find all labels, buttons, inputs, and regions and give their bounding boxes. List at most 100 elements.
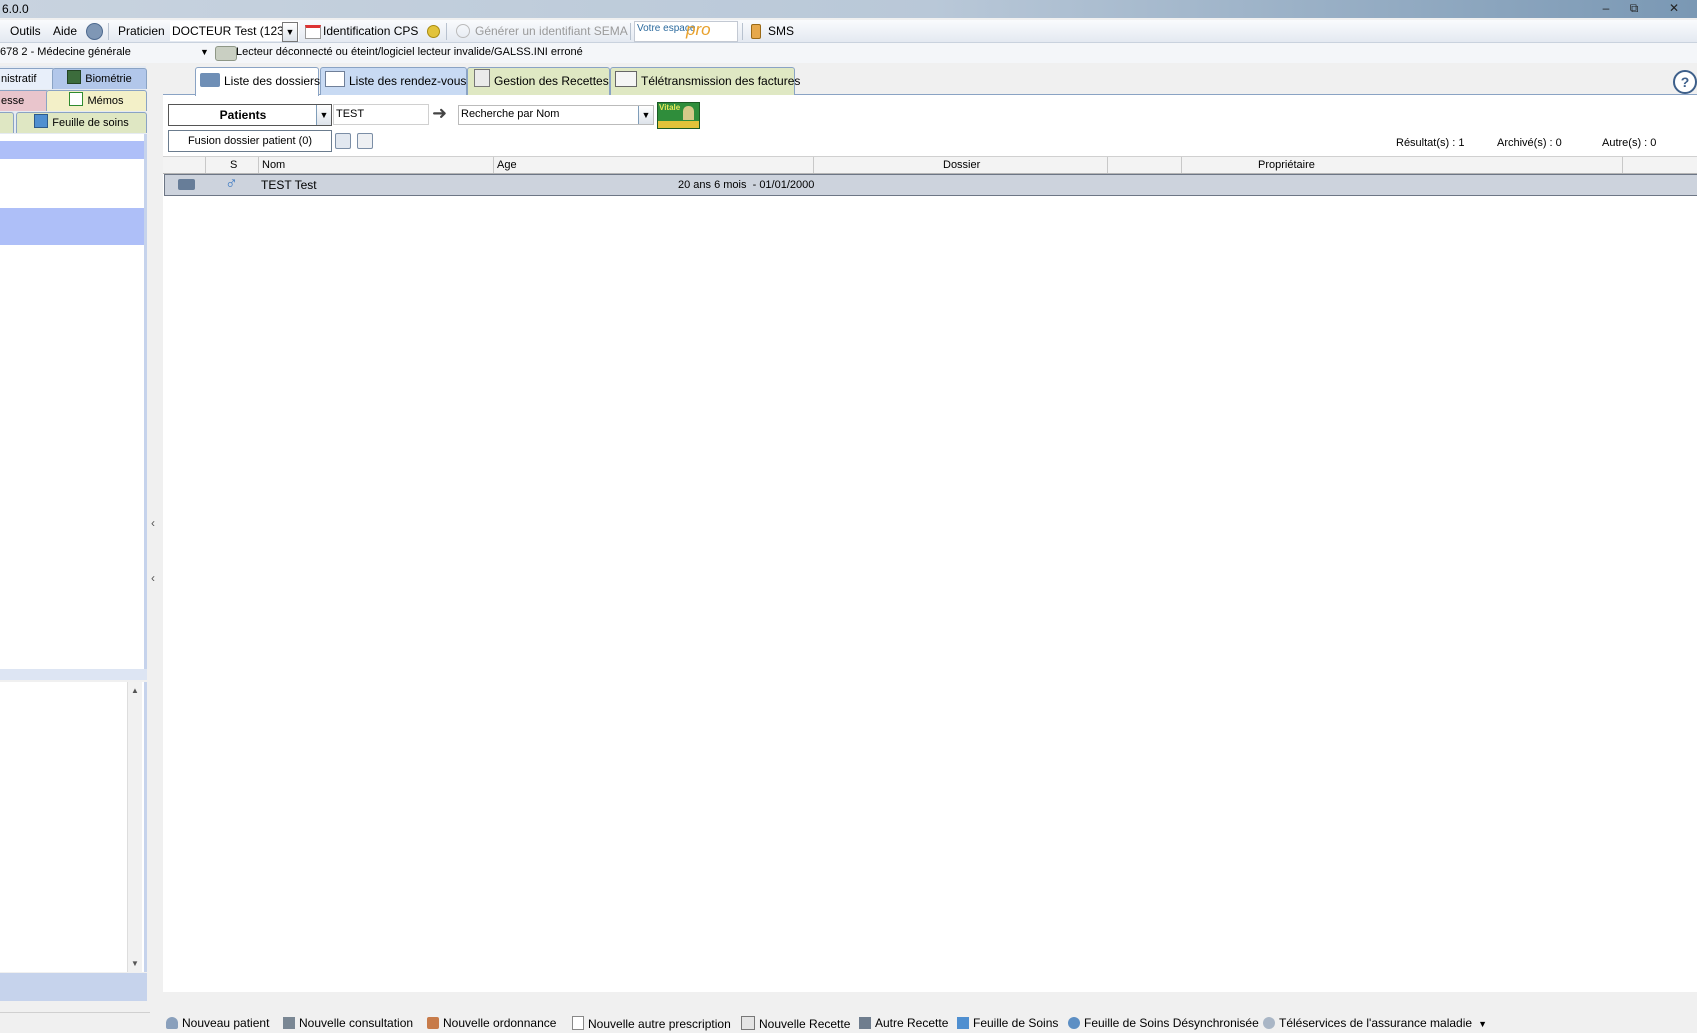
separator bbox=[742, 23, 743, 40]
search-input[interactable]: TEST bbox=[333, 104, 429, 125]
column-dossier[interactable]: Dossier bbox=[943, 157, 980, 173]
tab-grossesse-label: esse bbox=[1, 95, 25, 107]
agenda-icon[interactable] bbox=[357, 133, 373, 149]
new-other-prescription-button[interactable]: Nouvelle autre prescription bbox=[572, 1016, 731, 1031]
action-label: Nouvelle consultation bbox=[299, 1016, 414, 1030]
column-age[interactable]: Age bbox=[497, 157, 517, 173]
card-reader-icon bbox=[215, 46, 237, 61]
list-item[interactable] bbox=[0, 208, 144, 245]
calculator-icon bbox=[474, 69, 490, 87]
scroll-down-icon[interactable]: ▼ bbox=[131, 959, 139, 968]
scroll-up-icon[interactable]: ▲ bbox=[131, 686, 139, 695]
add-patient-icon[interactable] bbox=[335, 133, 351, 149]
chevron-down-icon[interactable]: ▼ bbox=[638, 106, 653, 124]
new-receipt-button[interactable]: Nouvelle Recette bbox=[741, 1016, 850, 1031]
chevron-down-icon[interactable]: ▼ bbox=[282, 22, 298, 42]
memo-icon bbox=[69, 92, 84, 106]
teleservices-button[interactable]: Téléservices de l'assurance maladie ▼ bbox=[1263, 1016, 1487, 1030]
tab-teletransmission[interactable]: Télétransmission des factures bbox=[610, 67, 800, 95]
tab-liste-rendez-vous[interactable]: Liste des rendez-vous bbox=[320, 67, 467, 95]
sync-icon bbox=[1068, 1017, 1080, 1029]
phone-icon bbox=[751, 24, 761, 39]
separator bbox=[630, 23, 631, 40]
male-sex-icon: ♂ bbox=[225, 174, 238, 193]
restore-icon[interactable]: ⧉ bbox=[1620, 0, 1648, 16]
tab-label: Télétransmission des factures bbox=[641, 74, 801, 88]
folder-icon[interactable] bbox=[178, 179, 195, 190]
help-icon[interactable]: ? bbox=[1673, 70, 1697, 94]
search-mode-value: Recherche par Nom bbox=[461, 108, 560, 120]
fusion-dossier-label: Fusion dossier patient (0) bbox=[187, 135, 313, 147]
separator bbox=[446, 23, 447, 40]
column-sex[interactable]: S bbox=[230, 157, 237, 173]
search-mode-select[interactable]: Recherche par Nom ▼ bbox=[458, 105, 654, 125]
network-icon bbox=[1263, 1017, 1275, 1029]
tab-memos[interactable]: Mémos bbox=[46, 90, 147, 111]
specialty-select[interactable]: 678 2 - Médecine générale bbox=[0, 46, 131, 58]
practitioner-select[interactable]: DOCTEUR Test (1234 ▼ bbox=[170, 21, 299, 42]
chart-icon bbox=[67, 70, 82, 84]
title-bar: 6.0.0 – ⧉ ✕ bbox=[0, 0, 1697, 18]
other-receipt-button[interactable]: Autre Recette bbox=[859, 1016, 948, 1030]
menu-aide[interactable]: Aide bbox=[53, 24, 77, 38]
sema-icon bbox=[456, 24, 470, 38]
action-label: Autre Recette bbox=[875, 1016, 949, 1030]
splitter[interactable]: ‹ ‹ bbox=[148, 66, 162, 1012]
sema-generate-button[interactable]: Générer un identifiant SEMA bbox=[475, 24, 628, 38]
column-proprietaire[interactable]: Propriétaire bbox=[1258, 157, 1315, 173]
tab-liste-dossiers[interactable]: Liste des dossiers bbox=[195, 67, 320, 96]
menu-outils[interactable]: Outils bbox=[10, 24, 41, 38]
card-stripe bbox=[658, 121, 699, 128]
divider bbox=[0, 669, 147, 680]
feuille-soins-icon bbox=[34, 114, 49, 128]
new-patient-button[interactable]: Nouveau patient bbox=[166, 1016, 269, 1030]
tab-grossesse[interactable]: esse bbox=[0, 90, 49, 111]
archived-count: Archivé(s) : 0 bbox=[1497, 137, 1562, 149]
action-label: Nouvelle autre prescription bbox=[588, 1017, 731, 1031]
new-consultation-button[interactable]: Nouvelle consultation bbox=[283, 1016, 413, 1030]
feuille-soins-icon bbox=[957, 1017, 969, 1029]
action-label: Nouveau patient bbox=[182, 1016, 270, 1030]
feuille-desync-button[interactable]: Feuille de Soins Désynchronisée bbox=[1068, 1016, 1259, 1030]
tab-label: Liste des rendez-vous bbox=[349, 74, 467, 88]
search-type-select[interactable]: Patients ▼ bbox=[168, 104, 332, 126]
chevron-down-icon[interactable]: ▼ bbox=[200, 47, 209, 57]
list-item[interactable] bbox=[0, 141, 144, 159]
collapse-left-icon[interactable]: ‹ bbox=[151, 516, 155, 530]
row-age: 20 ans 6 mois - 01/01/2000 bbox=[678, 179, 815, 191]
tab-gestion-recettes[interactable]: Gestion des Recettes bbox=[467, 67, 610, 95]
action-label: Feuille de Soins bbox=[973, 1016, 1059, 1030]
table-row[interactable]: ♂ TEST Test 20 ans 6 mois - 01/01/2000 bbox=[164, 174, 1697, 196]
tab-administratif[interactable]: nistratif bbox=[0, 68, 55, 89]
scrollbar[interactable]: ▲ ▼ bbox=[127, 682, 142, 972]
globe-icon[interactable] bbox=[86, 23, 103, 40]
left-footer-strip bbox=[0, 973, 147, 1001]
espace-pro-button[interactable]: Votre espace pro bbox=[634, 20, 738, 42]
cps-card-icon bbox=[305, 25, 321, 39]
minimize-icon[interactable]: – bbox=[1592, 0, 1620, 16]
status-dot-icon bbox=[427, 25, 440, 38]
arrow-right-icon[interactable]: ➜ bbox=[432, 103, 447, 124]
tab-feuille-de-soins-label: Feuille de soins bbox=[52, 117, 129, 129]
sms-button[interactable]: SMS bbox=[768, 24, 794, 38]
left-notes-panel[interactable]: ▲ ▼ bbox=[0, 682, 147, 972]
feuille-de-soins-button[interactable]: Feuille de Soins bbox=[957, 1016, 1058, 1030]
espace-pro-logo: pro bbox=[686, 20, 711, 39]
column-nom[interactable]: Nom bbox=[262, 157, 285, 173]
column-separator bbox=[258, 157, 259, 173]
collapse-left-icon[interactable]: ‹ bbox=[151, 571, 155, 585]
tab-feuille-de-soins[interactable]: Feuille de soins bbox=[16, 112, 147, 133]
vitale-card-button[interactable]: Vitale bbox=[657, 102, 700, 129]
column-separator bbox=[493, 157, 494, 173]
cps-identification-button[interactable]: Identification CPS bbox=[323, 24, 418, 38]
calendar-icon bbox=[325, 71, 345, 87]
tab-hidden[interactable] bbox=[0, 112, 14, 133]
tab-biometrie[interactable]: Biométrie bbox=[52, 68, 147, 89]
new-prescription-button[interactable]: Nouvelle ordonnance bbox=[427, 1016, 556, 1030]
pen-icon bbox=[427, 1017, 439, 1029]
chevron-down-icon[interactable]: ▼ bbox=[1478, 1019, 1487, 1029]
fusion-dossier-button[interactable]: Fusion dossier patient (0) bbox=[168, 130, 332, 152]
close-icon[interactable]: ✕ bbox=[1660, 0, 1688, 16]
user-icon bbox=[166, 1017, 178, 1029]
chevron-down-icon[interactable]: ▼ bbox=[316, 105, 331, 125]
